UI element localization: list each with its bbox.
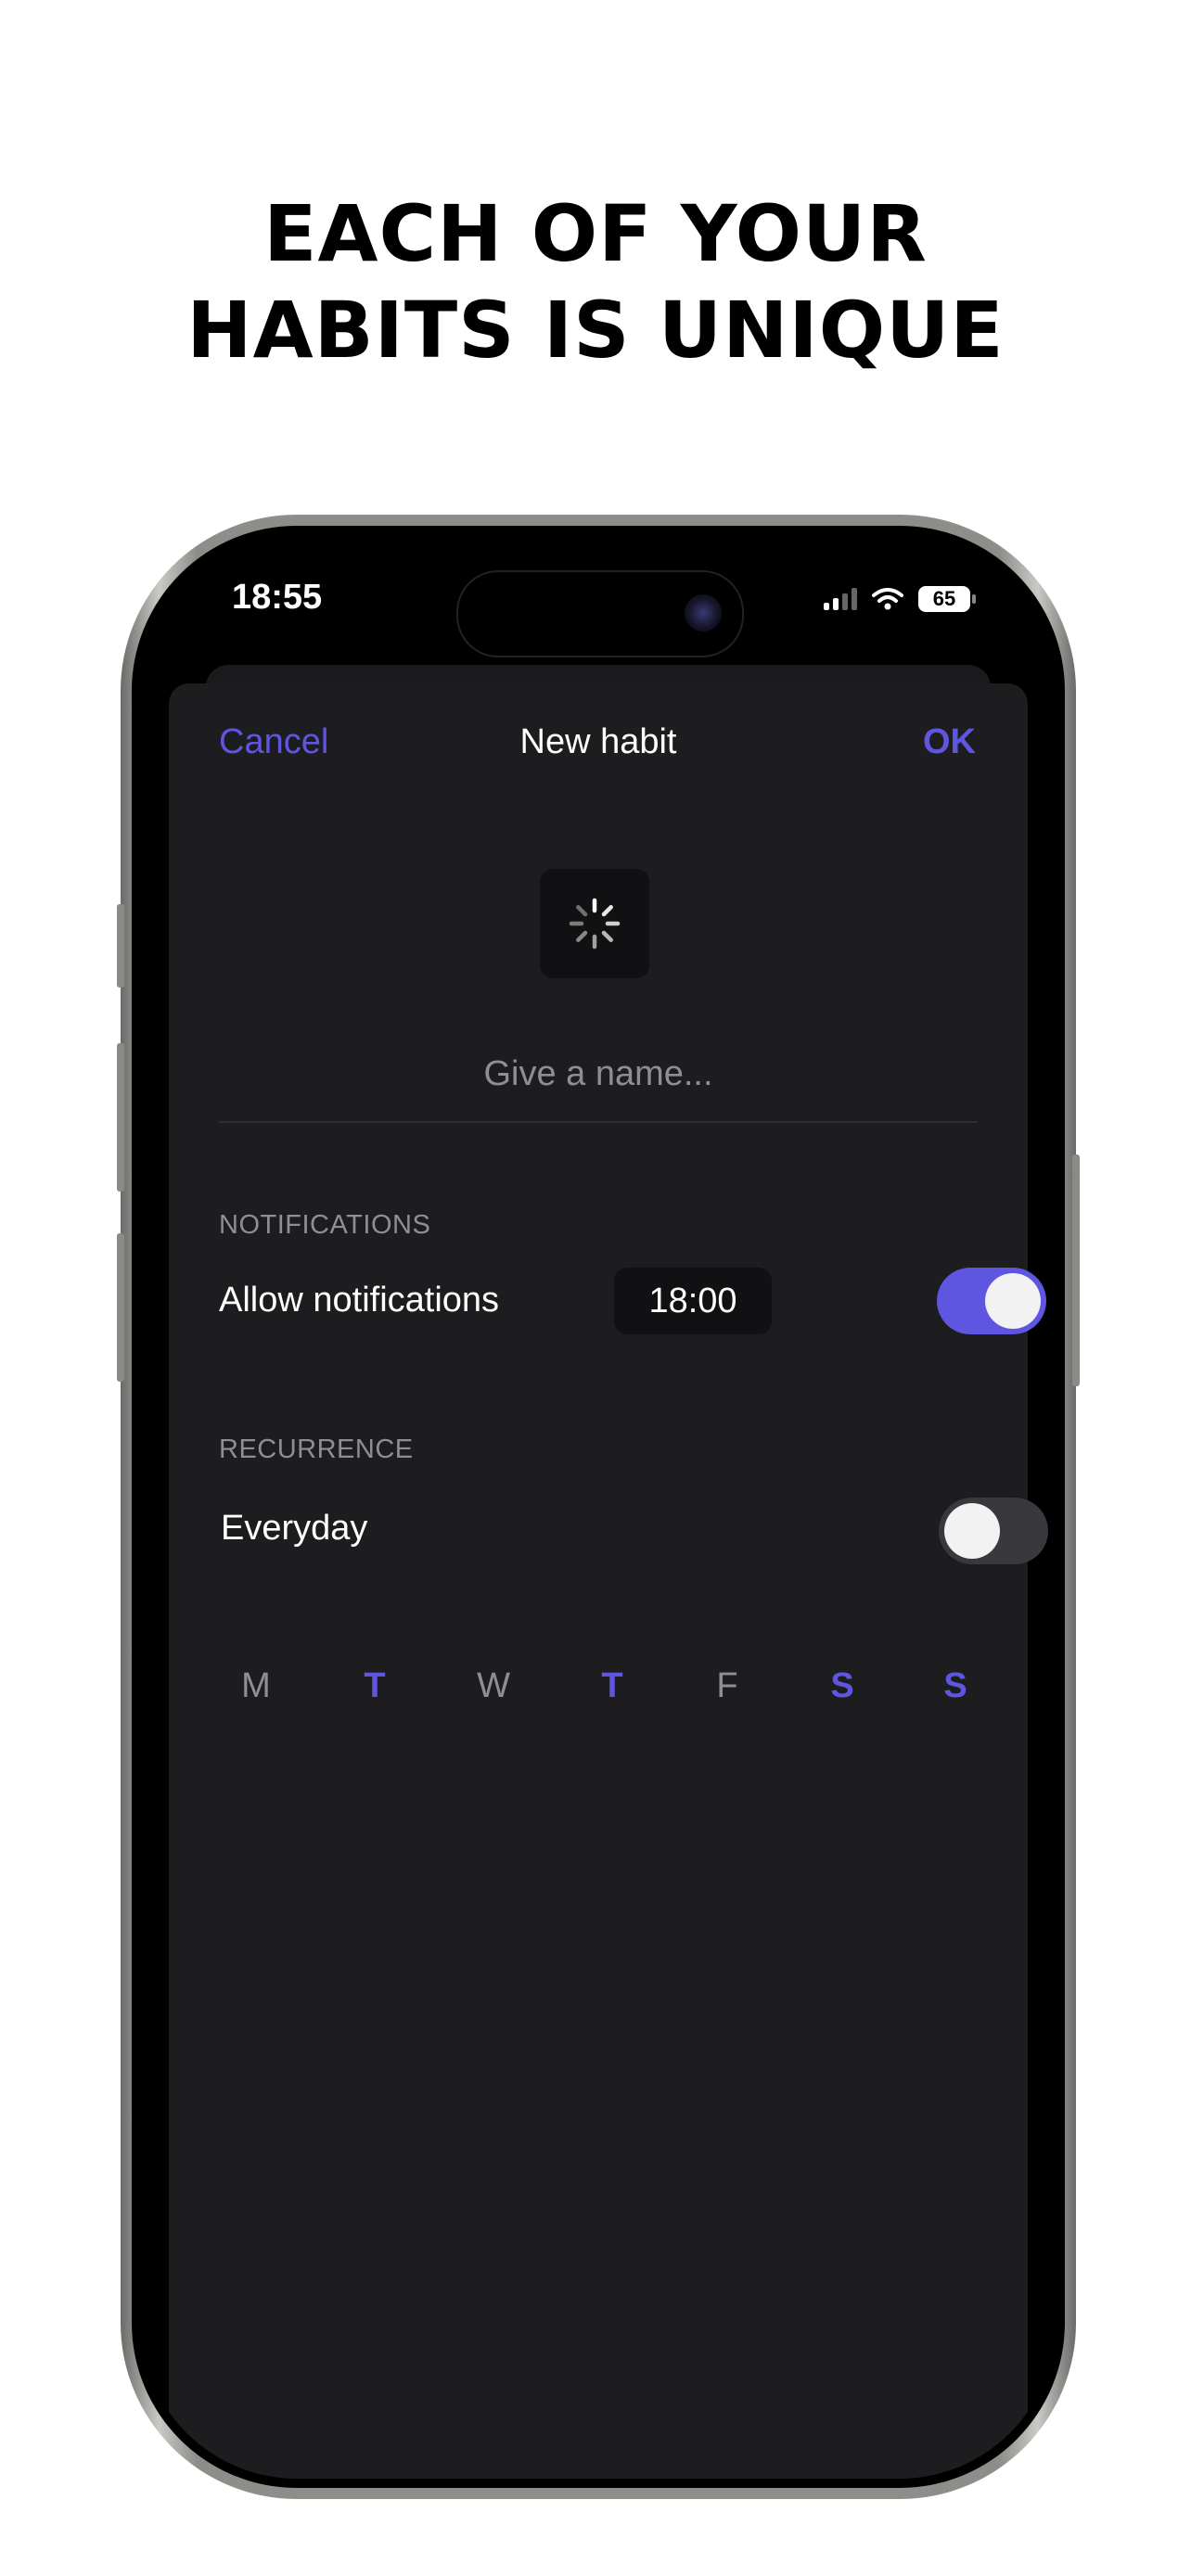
day-tuesday[interactable]: T bbox=[364, 1666, 385, 1706]
day-saturday[interactable]: S bbox=[830, 1666, 853, 1706]
name-input-underline bbox=[219, 1121, 978, 1123]
ok-button[interactable]: OK bbox=[923, 722, 976, 762]
side-button-action bbox=[117, 904, 124, 988]
notification-time-picker[interactable]: 18:00 bbox=[614, 1268, 772, 1334]
camera-icon bbox=[685, 594, 722, 631]
side-button-volume-down bbox=[117, 1233, 124, 1382]
everyday-toggle[interactable] bbox=[939, 1498, 1048, 1564]
allow-notifications-toggle[interactable] bbox=[937, 1268, 1046, 1334]
loading-spinner-icon bbox=[569, 898, 621, 950]
battery-icon: 65 bbox=[918, 586, 976, 612]
day-monday[interactable]: M bbox=[241, 1666, 271, 1706]
habit-icon-picker[interactable] bbox=[540, 869, 649, 978]
headline-line-1: EACH OF YOUR bbox=[263, 188, 928, 279]
allow-notifications-label: Allow notifications bbox=[219, 1281, 500, 1320]
day-wednesday[interactable]: W bbox=[477, 1666, 510, 1706]
status-icons: 65 bbox=[824, 583, 976, 615]
habit-name-input[interactable] bbox=[219, 1045, 978, 1103]
everyday-label: Everyday bbox=[221, 1509, 368, 1548]
side-button-volume-up bbox=[117, 1043, 124, 1192]
headline-line-2: HABITS IS UNIQUE bbox=[186, 285, 1005, 376]
signal-icon bbox=[824, 588, 857, 610]
phone-frame: 18:55 65 Cancel New habit OK Give a name… bbox=[117, 515, 1080, 2499]
new-habit-sheet: Cancel New habit OK Give a name... NOTIF… bbox=[169, 683, 1048, 2479]
status-time: 18:55 bbox=[232, 578, 323, 617]
wifi-icon bbox=[872, 588, 903, 610]
headline: EACH OF YOUR HABITS IS UNIQUE bbox=[0, 185, 1191, 378]
sheet-title: New habit bbox=[519, 722, 677, 761]
notifications-section-label: NOTIFICATIONS bbox=[219, 1210, 431, 1240]
phone-screen: 18:55 65 Cancel New habit OK Give a name… bbox=[141, 535, 1056, 2479]
day-sunday[interactable]: S bbox=[943, 1666, 967, 1706]
dynamic-island bbox=[456, 570, 744, 657]
recurrence-section-label: RECURRENCE bbox=[219, 1435, 414, 1464]
toggle-knob bbox=[985, 1273, 1041, 1329]
day-friday[interactable]: F bbox=[716, 1666, 737, 1706]
toggle-knob bbox=[944, 1503, 1000, 1559]
side-button-power bbox=[1072, 1154, 1080, 1386]
day-thursday[interactable]: T bbox=[601, 1666, 622, 1706]
